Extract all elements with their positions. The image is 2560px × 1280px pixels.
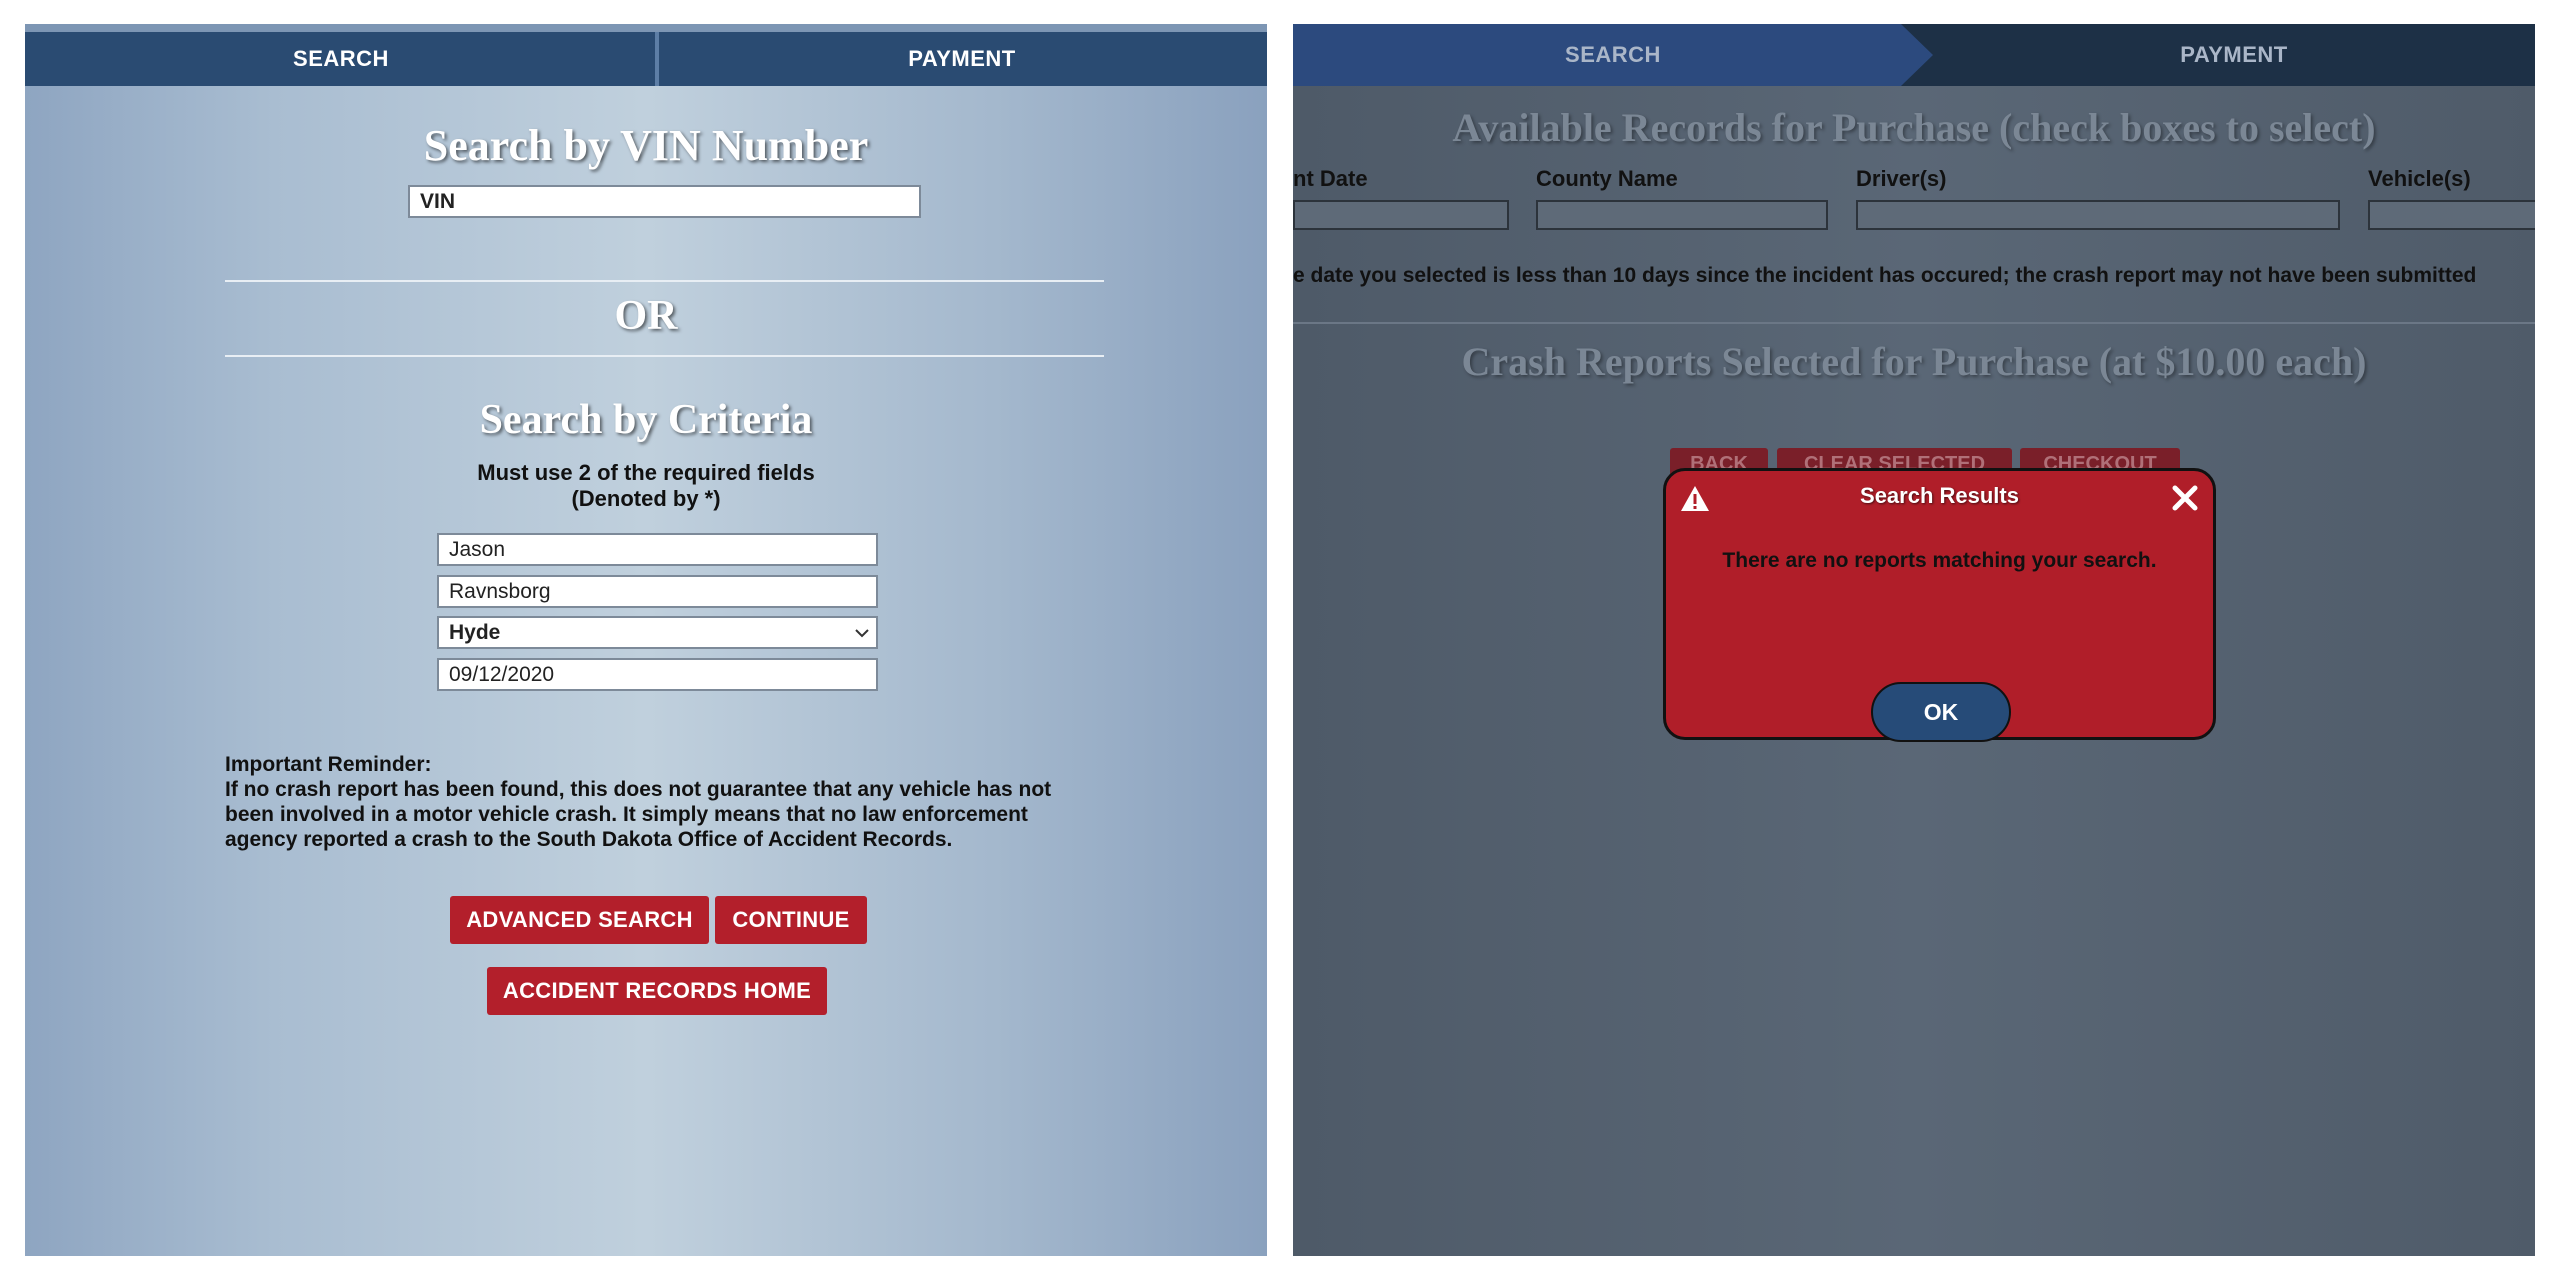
divider <box>1293 322 2535 324</box>
continue-button[interactable]: CONTINUE <box>715 896 867 944</box>
progress-tabbar: SEARCH PAYMENT <box>1293 24 2535 86</box>
important-reminder: Important Reminder: If no crash report h… <box>225 752 1125 852</box>
reminder-title: Important Reminder: <box>225 753 432 776</box>
chevron-down-icon <box>855 628 869 637</box>
reminder-line: been involved in a motor vehicle crash. … <box>225 803 1028 826</box>
divider-bottom <box>225 355 1104 357</box>
column-vehicles: Vehicle(s) <box>2368 166 2471 191</box>
available-records-heading: Available Records for Purchase (check bo… <box>1452 105 2376 150</box>
criteria-heading: Search by Criteria <box>479 397 813 443</box>
last-name-input[interactable]: Ravnsborg <box>437 575 878 608</box>
accident-records-home-button[interactable]: ACCIDENT RECORDS HOME <box>487 967 827 1015</box>
tab-search[interactable]: SEARCH <box>1293 24 1933 86</box>
reminder-line: agency reported a crash to the South Dak… <box>225 828 953 851</box>
first-name-input[interactable]: Jason <box>437 533 878 566</box>
county-select-value: Hyde <box>449 620 501 644</box>
column-drivers: Driver(s) <box>1856 166 1947 191</box>
column-county-name: County Name <box>1536 166 1678 191</box>
tab-payment[interactable]: PAYMENT <box>1933 24 2535 86</box>
vin-input[interactable]: VIN <box>408 185 921 218</box>
date-notice: e date you selected is less than 10 days… <box>1293 264 2477 287</box>
advanced-search-button[interactable]: ADVANCED SEARCH <box>450 896 709 944</box>
selected-reports-heading: Crash Reports Selected for Purchase (at … <box>1461 339 2367 384</box>
vin-heading: Search by VIN Number <box>423 121 869 170</box>
tab-search[interactable]: SEARCH <box>25 32 657 86</box>
tab-payment[interactable]: PAYMENT <box>657 32 1267 86</box>
dialog-title: Search Results <box>1860 483 2019 508</box>
criteria-note: Must use 2 of the required fields <box>477 460 815 485</box>
close-icon[interactable] <box>2171 484 2199 512</box>
dialog-message: There are no reports matching your searc… <box>1722 549 2157 572</box>
ok-button[interactable]: OK <box>1871 682 2011 742</box>
search-panel: SEARCH PAYMENT Search by VIN Number VIN … <box>25 24 1267 1256</box>
filter-incident-date[interactable] <box>1293 200 1509 230</box>
divider-top <box>225 280 1104 282</box>
filter-vehicles[interactable] <box>2368 200 2535 230</box>
filter-drivers[interactable] <box>1856 200 2340 230</box>
criteria-note-required: (Denoted by *) <box>571 486 721 511</box>
county-select[interactable]: Hyde <box>437 616 878 649</box>
results-panel: SEARCH PAYMENT Available Records for Pur… <box>1293 24 2535 1256</box>
filter-county-name[interactable] <box>1536 200 1828 230</box>
date-input[interactable]: 09/12/2020 <box>437 658 878 691</box>
progress-tabbar: SEARCH PAYMENT <box>25 24 1267 86</box>
reminder-line: If no crash report has been found, this … <box>225 778 1052 801</box>
search-results-dialog: Search Results There are no reports matc… <box>1663 468 2216 742</box>
column-incident-date: nt Date <box>1293 166 1368 191</box>
or-label: OR <box>614 293 678 339</box>
